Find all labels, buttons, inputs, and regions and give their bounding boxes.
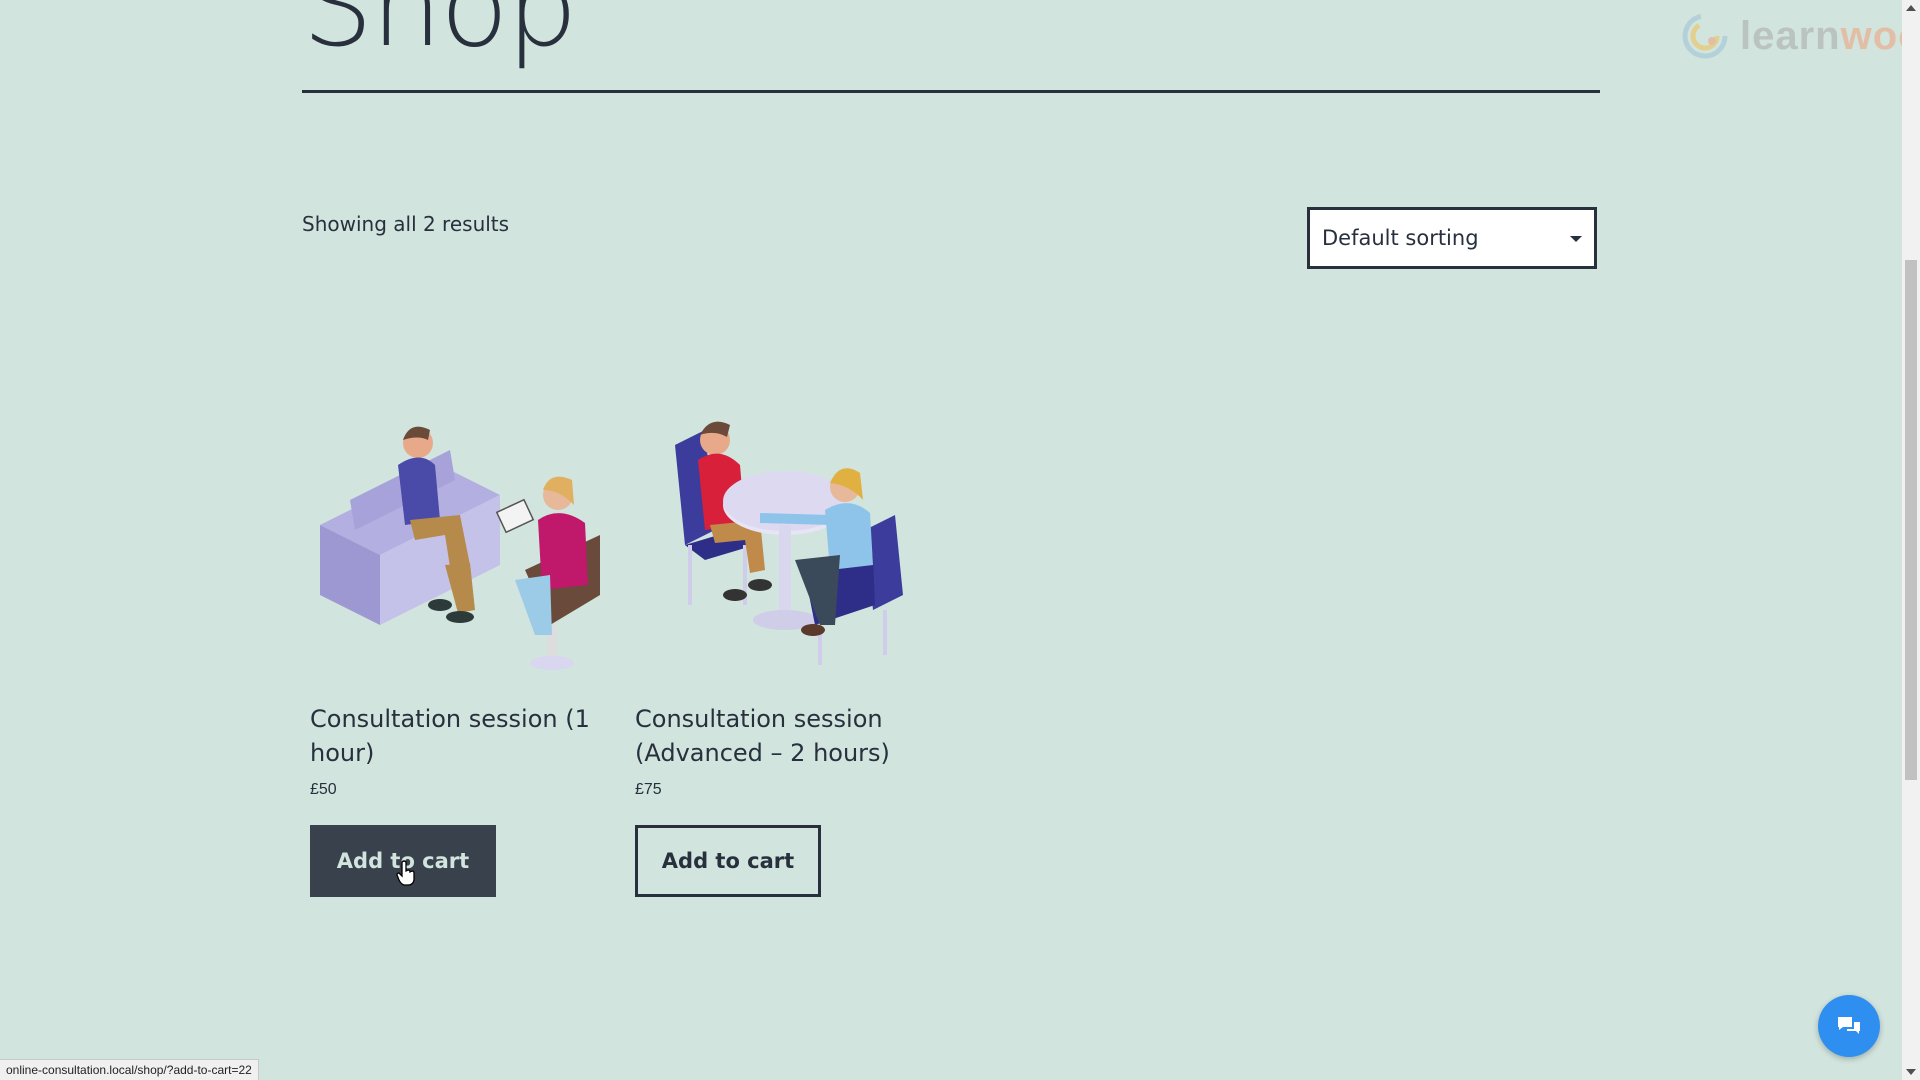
chat-widget-button[interactable]	[1818, 995, 1880, 1057]
chevron-down-icon	[1570, 236, 1582, 242]
chat-bubbles-icon	[1838, 1017, 1860, 1034]
product-title[interactable]: Consultation session (1 hour)	[310, 702, 610, 770]
learnwoo-logo-icon	[1682, 13, 1728, 59]
watermark-text: learnwoo	[1740, 13, 1920, 58]
vertical-scrollbar[interactable]	[1902, 0, 1920, 1080]
product-price: £50	[310, 781, 337, 798]
hand-pointer-cursor-icon	[396, 860, 415, 886]
add-to-cart-button[interactable]: Add to cart	[635, 825, 821, 897]
title-divider	[302, 90, 1600, 93]
product-price: £75	[635, 781, 662, 798]
scroll-down-arrow-icon[interactable]	[1906, 1069, 1916, 1075]
learnwoo-watermark: learnwoo	[1680, 10, 1920, 62]
scrollbar-thumb[interactable]	[1905, 260, 1917, 780]
product-card-2: Consultation session (Advanced – 2 hours…	[635, 395, 935, 897]
table-meeting-illustration[interactable]	[635, 395, 935, 675]
product-title[interactable]: Consultation session (Advanced – 2 hours…	[635, 702, 935, 770]
sort-selected-value: Default sorting	[1322, 226, 1479, 250]
product-card-1: Consultation session (1 hour) £50 Add to…	[310, 395, 610, 897]
page-title: Shop	[302, 0, 578, 72]
scroll-up-arrow-icon[interactable]	[1906, 5, 1916, 11]
therapy-couch-illustration[interactable]	[310, 395, 610, 675]
result-count: Showing all 2 results	[302, 212, 510, 236]
sort-dropdown[interactable]: Default sorting	[1307, 207, 1597, 269]
link-status-bar: online-consultation.local/shop/?add-to-c…	[0, 1059, 259, 1080]
